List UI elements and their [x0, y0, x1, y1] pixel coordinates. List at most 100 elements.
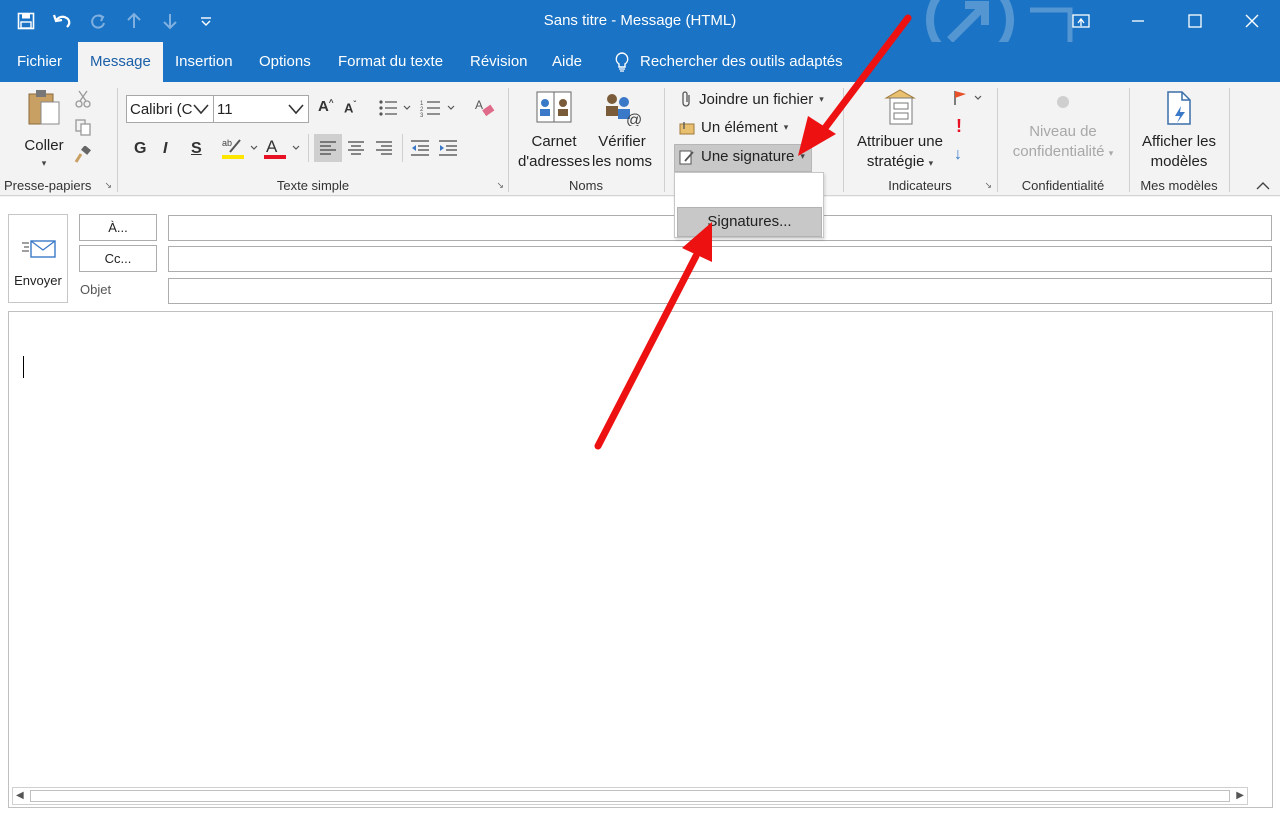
tell-me-search[interactable]: Rechercher des outils adaptés	[614, 42, 843, 82]
basic-text-launcher-icon[interactable]: ↘	[496, 180, 504, 191]
svg-text:A: A	[266, 137, 278, 156]
tab-options[interactable]: Options	[247, 42, 323, 82]
cc-input[interactable]	[168, 246, 1272, 272]
signatures-menu-item[interactable]: Signatures...	[677, 207, 822, 237]
ribbon-display-icon[interactable]	[1052, 0, 1109, 42]
chevron-down-icon: ▾	[819, 93, 824, 104]
group-label-sensitivity: Confidentialité	[1021, 178, 1105, 193]
align-center-icon[interactable]	[347, 140, 365, 156]
clipboard-launcher-icon[interactable]: ↘	[104, 180, 112, 191]
cc-button[interactable]: Cc...	[79, 245, 157, 272]
search-label: Rechercher des outils adaptés	[640, 53, 843, 70]
underline-button[interactable]: S	[191, 140, 202, 158]
assign-policy-label-1: Attribuer une	[857, 133, 943, 150]
clear-formatting-icon[interactable]: A	[474, 97, 496, 119]
lightbulb-icon	[615, 52, 629, 72]
italic-button[interactable]: I	[163, 140, 167, 158]
tags-launcher-icon[interactable]: ↘	[984, 180, 992, 191]
attach-item-label: Un élément	[701, 119, 778, 136]
font-color-icon[interactable]: A	[264, 136, 302, 160]
close-icon[interactable]	[1223, 0, 1280, 42]
minimize-icon[interactable]	[1109, 0, 1166, 42]
view-templates-label-2: modèles	[1150, 153, 1208, 170]
group-sensitivity: Niveau de confidentialité ▾ Confidential…	[998, 82, 1128, 196]
send-button[interactable]: Envoyer	[8, 214, 68, 303]
attach-file-label: Joindre un fichier	[699, 90, 814, 108]
paste-dropdown-icon[interactable]: ▾	[14, 153, 74, 173]
group-label-basic-text: Texte simple	[276, 178, 350, 193]
assign-policy-button[interactable]: Attribuer une stratégie ▾	[852, 88, 948, 173]
maximize-icon[interactable]	[1166, 0, 1223, 42]
sensitivity-button[interactable]: Niveau de confidentialité ▾	[1002, 96, 1124, 163]
group-names: Carnet d'adresses @ Vérifier les noms No…	[509, 82, 663, 196]
chevron-down-icon[interactable]	[192, 101, 210, 117]
bold-button[interactable]: G	[134, 140, 146, 158]
paste-button[interactable]: Coller ▾	[14, 88, 74, 173]
cut-icon[interactable]	[74, 90, 92, 108]
title-bar: Sans titre - Message (HTML)	[0, 0, 1280, 42]
tab-fichier[interactable]: Fichier	[5, 42, 74, 82]
group-label-tags: Indicateurs	[888, 178, 952, 193]
format-painter-icon[interactable]	[74, 146, 92, 164]
grow-font-icon[interactable]: A^	[318, 98, 334, 115]
templates-icon	[1167, 91, 1191, 125]
paperclip-icon	[682, 91, 690, 107]
signature-dropdown-menu: Signatures...	[674, 172, 824, 238]
check-names-button[interactable]: @ Vérifier les noms	[591, 90, 653, 172]
send-icon	[22, 240, 56, 258]
scrollbar-thumb[interactable]	[30, 790, 1230, 802]
align-right-icon[interactable]	[375, 140, 393, 156]
tab-message[interactable]: Message	[78, 42, 163, 82]
chevron-down-icon: ▾	[800, 151, 805, 161]
group-tags: Attribuer une stratégie ▾ ! ↓ Indicateur…	[844, 82, 996, 196]
sensitivity-icon	[1057, 96, 1069, 108]
horizontal-scrollbar[interactable]: ◀ ▶	[12, 787, 1248, 805]
low-importance-icon[interactable]: ↓	[954, 146, 962, 164]
separator	[308, 134, 309, 162]
signature-button[interactable]: Une signature ▾	[679, 148, 805, 165]
follow-up-flag-icon[interactable]	[952, 90, 984, 106]
address-book-label-2: d'adresses	[517, 153, 591, 170]
view-templates-button[interactable]: Afficher les modèles	[1134, 90, 1224, 172]
group-basic-text: Calibri (C 11 A^ Aˇ 123 A G I S ab A Tex…	[118, 82, 508, 196]
attach-file-button[interactable]: Joindre un fichier ▾	[679, 90, 824, 108]
svg-text:3: 3	[420, 113, 424, 117]
window-controls	[1052, 0, 1280, 42]
highlight-icon[interactable]: ab	[222, 136, 260, 160]
send-label: Envoyer	[14, 273, 62, 288]
separator	[402, 134, 403, 162]
bullets-icon[interactable]	[378, 99, 412, 117]
tab-revision[interactable]: Révision	[458, 42, 540, 82]
collapse-ribbon-icon[interactable]	[1256, 180, 1270, 194]
tab-insertion[interactable]: Insertion	[163, 42, 245, 82]
svg-text:A: A	[475, 98, 483, 112]
svg-text:@: @	[626, 112, 642, 126]
tab-aide[interactable]: Aide	[540, 42, 594, 82]
signature-icon	[679, 150, 694, 164]
high-importance-icon[interactable]: !	[956, 116, 962, 137]
svg-text:ab: ab	[222, 138, 232, 148]
scroll-left-icon[interactable]: ◀	[16, 790, 24, 801]
font-size-combo[interactable]: 11	[213, 95, 309, 123]
assign-policy-label-2: stratégie ▾	[866, 153, 934, 170]
address-book-button[interactable]: Carnet d'adresses	[517, 90, 591, 172]
shrink-font-icon[interactable]: Aˇ	[344, 100, 356, 115]
copy-icon[interactable]	[74, 118, 92, 136]
numbering-icon[interactable]: 123	[420, 99, 456, 117]
clipboard-icon	[28, 90, 60, 125]
tab-format-du-texte[interactable]: Format du texte	[326, 42, 455, 82]
sensitivity-label-2: confidentialité ▾	[1012, 143, 1114, 160]
message-body-editor[interactable]	[8, 311, 1273, 808]
chevron-down-icon: ▾	[783, 122, 789, 132]
item-icon	[679, 121, 695, 134]
signature-label: Une signature	[701, 148, 795, 165]
decrease-indent-icon[interactable]	[410, 139, 430, 157]
increase-indent-icon[interactable]	[438, 139, 458, 157]
font-name-combo[interactable]: Calibri (C	[126, 95, 214, 123]
to-button[interactable]: À...	[79, 214, 157, 241]
subject-input[interactable]	[168, 278, 1272, 304]
attach-item-button[interactable]: Un élément ▾	[679, 119, 788, 136]
scroll-right-icon[interactable]: ▶	[1236, 790, 1244, 801]
chevron-down-icon[interactable]	[287, 101, 305, 117]
separator	[1229, 88, 1230, 192]
